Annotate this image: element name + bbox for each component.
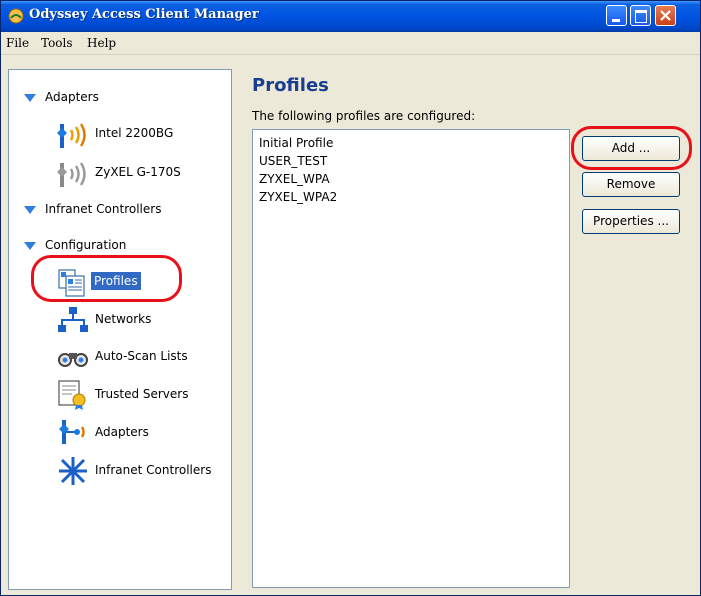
networks-icon (58, 307, 88, 332)
list-item[interactable]: USER_TEST (259, 154, 327, 168)
list-item[interactable]: Initial Profile (259, 136, 333, 150)
tree-node-trusted-servers[interactable]: Trusted Servers (95, 387, 188, 401)
adapter-inactive-icon (57, 162, 86, 187)
page-title: Profiles (252, 75, 329, 96)
tree-node-infranet-controllers[interactable]: Infranet Controllers (45, 202, 161, 216)
tree-node-cfg-infranet-controllers[interactable]: Infranet Controllers (95, 463, 211, 477)
tree-node-configuration[interactable]: Configuration (45, 238, 126, 252)
close-button[interactable] (655, 5, 676, 26)
list-item[interactable]: ZYXEL_WPA (259, 172, 330, 186)
binoculars-icon (58, 353, 88, 367)
highlight-circle-add (571, 126, 692, 170)
certificate-icon (58, 380, 86, 410)
tree-node-adapters[interactable]: Adapters (45, 90, 99, 104)
tree-node-auto-scan-lists[interactable]: Auto-Scan Lists (95, 349, 188, 363)
minimize-button[interactable] (606, 5, 627, 26)
navigation-tree[interactable]: Adapters Intel 2200BG ZyXEL G-170S Infra… (8, 69, 232, 590)
menu-tools[interactable]: Tools (41, 36, 73, 50)
expanded-triangle-icon[interactable] (24, 206, 36, 214)
title-bar[interactable]: Odyssey Access Client Manager (1, 1, 700, 32)
remove-button[interactable]: Remove (582, 172, 680, 197)
menu-bar: File Tools Help (1, 32, 700, 55)
tree-node-networks[interactable]: Networks (95, 312, 151, 326)
profiles-list[interactable]: Initial Profile USER_TEST ZYXEL_WPA ZYXE… (252, 129, 570, 588)
adapter-active-icon (57, 123, 86, 148)
tree-node-adapter-intel[interactable]: Intel 2200BG (95, 126, 173, 140)
window-title: Odyssey Access Client Manager (29, 7, 259, 22)
menu-file[interactable]: File (6, 36, 29, 50)
close-icon (660, 10, 671, 21)
adapter-config-icon (59, 420, 85, 444)
infranet-controller-icon (59, 457, 87, 485)
menu-help[interactable]: Help (87, 36, 116, 50)
odyssey-app-icon (8, 8, 24, 24)
app-window: Odyssey Access Client Manager File Tools… (0, 0, 701, 596)
list-item[interactable]: ZYXEL_WPA2 (259, 190, 337, 204)
highlight-circle-profiles (31, 255, 182, 302)
maximize-button[interactable] (630, 5, 651, 26)
properties-button[interactable]: Properties ... (582, 209, 680, 234)
profiles-description: The following profiles are configured: (252, 109, 476, 123)
expanded-triangle-icon[interactable] (24, 94, 36, 102)
tree-node-adapter-zyxel[interactable]: ZyXEL G-170S (95, 165, 181, 179)
expanded-triangle-icon[interactable] (24, 242, 36, 250)
tree-node-cfg-adapters[interactable]: Adapters (95, 425, 149, 439)
